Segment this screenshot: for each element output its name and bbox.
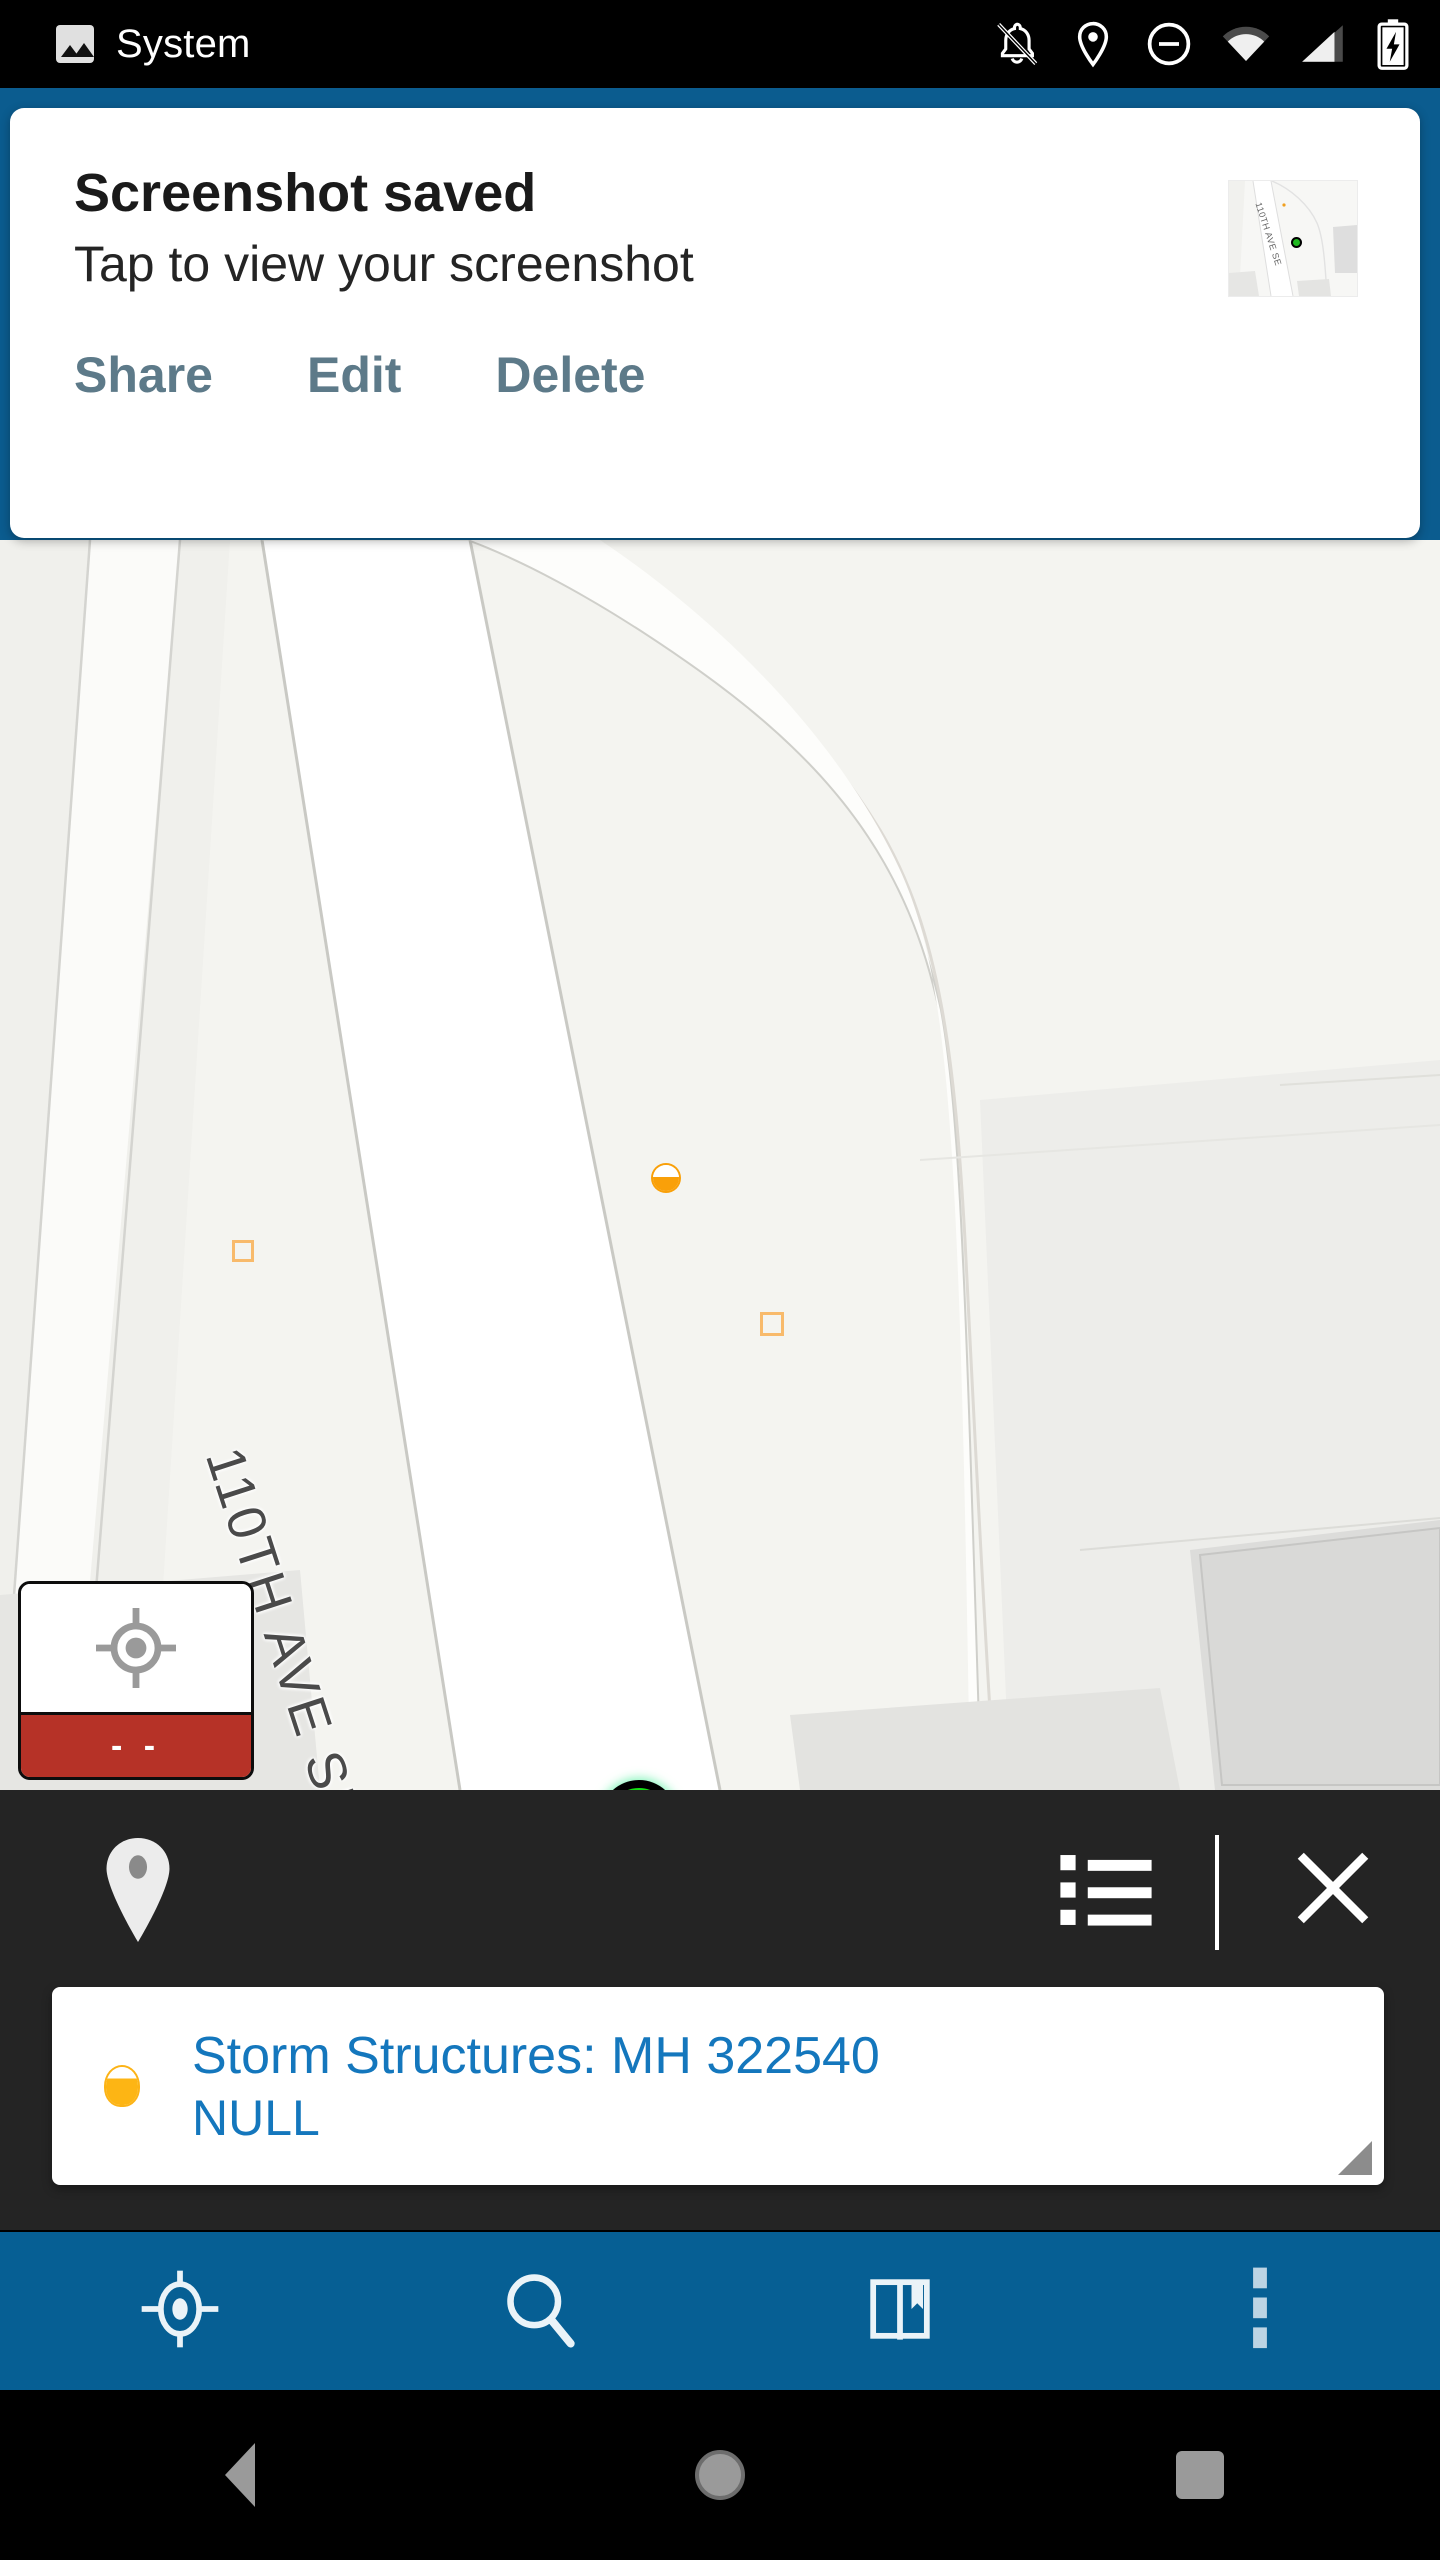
basemap-button[interactable] <box>720 2232 1080 2390</box>
android-navigation-bar <box>0 2390 1440 2560</box>
identify-result-subtitle[interactable]: NULL <box>192 2091 1344 2146</box>
map-canvas[interactable]: 110TH AVE SE - - <box>0 540 1440 1790</box>
more-vertical-icon <box>1247 2263 1273 2360</box>
do-not-disturb-icon <box>1144 19 1194 69</box>
location-pin-icon <box>1068 19 1118 69</box>
identify-toolbar <box>0 1790 1440 1990</box>
android-status-bar: System <box>0 0 1440 88</box>
screenshot-notification-card[interactable]: Screenshot saved Tap to view your screen… <box>10 108 1420 538</box>
close-icon[interactable] <box>1290 1845 1376 1936</box>
square-outline-icon[interactable] <box>760 1312 784 1336</box>
gps-accuracy-widget[interactable]: - - <box>18 1581 254 1780</box>
identify-result-title[interactable]: Storm Structures: MH 322540 <box>192 2026 1344 2087</box>
wifi-icon <box>1220 19 1272 69</box>
status-bar-left: System <box>56 22 992 67</box>
notifications-off-icon <box>992 19 1042 69</box>
edit-button[interactable]: Edit <box>307 346 401 404</box>
delete-button[interactable]: Delete <box>495 346 645 404</box>
manhole-icon[interactable] <box>653 1165 679 1191</box>
toolbar-divider <box>1215 1835 1219 1950</box>
gps-target-icon <box>21 1584 251 1715</box>
android-recents-button[interactable] <box>960 2451 1440 2499</box>
home-circle-icon <box>695 2450 745 2500</box>
status-bar-app-label: System <box>116 21 251 66</box>
locate-me-button[interactable] <box>0 2232 360 2390</box>
android-home-button[interactable] <box>480 2450 960 2500</box>
screenshot-thumbnail[interactable]: 110TH AVE SE <box>1228 180 1358 297</box>
back-triangle-icon <box>225 2443 255 2507</box>
list-view-icon[interactable] <box>1060 1852 1152 1933</box>
gps-accuracy-value: - - <box>21 1715 251 1777</box>
manhole-icon <box>52 2067 192 2105</box>
square-outline-icon[interactable] <box>232 1240 254 1262</box>
notification-actions: Share Edit Delete <box>74 346 1360 404</box>
recents-square-icon <box>1176 2451 1224 2499</box>
notification-title: Screenshot saved <box>74 163 537 223</box>
map-pin-icon[interactable] <box>105 1838 171 1947</box>
notification-subtitle: Tap to view your screenshot <box>74 236 694 293</box>
resize-handle-icon[interactable] <box>1338 2141 1372 2175</box>
image-icon <box>56 25 94 63</box>
android-back-button[interactable] <box>0 2443 480 2507</box>
gps-crosshair-icon <box>134 2263 226 2360</box>
cellular-signal-icon <box>1298 19 1348 69</box>
search-icon <box>494 2263 586 2360</box>
basemap-book-icon <box>854 2263 946 2360</box>
battery-charging-icon <box>1374 18 1412 70</box>
search-button[interactable] <box>360 2232 720 2390</box>
identify-result-text: Storm Structures: MH 322540 NULL <box>192 2026 1384 2146</box>
share-button[interactable]: Share <box>74 346 213 404</box>
app-bottom-toolbar <box>0 2232 1440 2390</box>
overflow-menu-button[interactable] <box>1080 2232 1440 2390</box>
identify-result-card[interactable]: Storm Structures: MH 322540 NULL <box>52 1987 1384 2185</box>
thumbnail-marker-icon <box>1291 237 1302 248</box>
identify-results-panel: Storm Structures: MH 322540 NULL <box>0 1790 1440 2230</box>
status-bar-right <box>992 18 1412 70</box>
